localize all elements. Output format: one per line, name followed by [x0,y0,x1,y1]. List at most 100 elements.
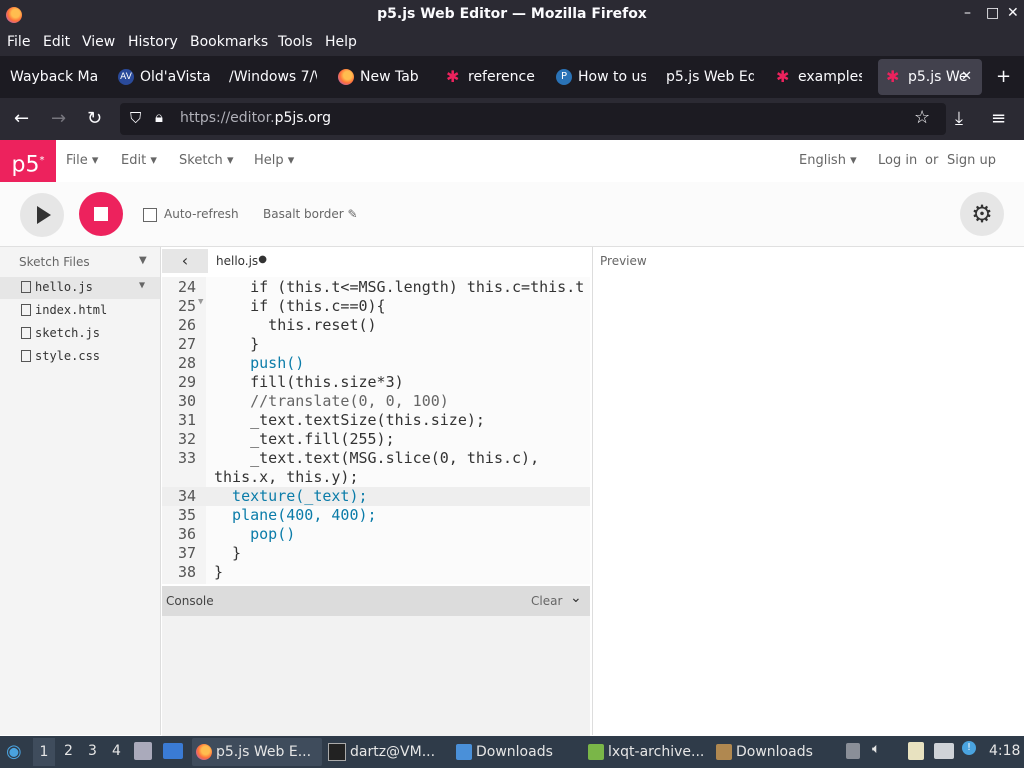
code-line[interactable]: 32 _text.fill(255); [162,430,590,449]
menu-bookmarks[interactable]: Bookmarks [190,34,268,50]
chevron-down-icon[interactable]: ⌄ [570,590,582,606]
tab-reference[interactable]: ✱ reference [446,56,538,98]
taskbar-app-downloads[interactable]: Downloads [452,738,582,766]
tab-p5-web-ed[interactable]: p5.js Web Ed [666,56,754,98]
taskbar-app-terminal[interactable]: dartz@VM... [324,738,450,766]
url-text[interactable]: https://editor.p5js.org [180,110,331,126]
code-line[interactable]: 38} [162,563,590,582]
clock[interactable]: 4:18 [989,743,1020,759]
play-button[interactable] [20,193,64,237]
tab-newtab[interactable]: New Tab [338,56,430,98]
code-line-wrapped[interactable]: this.x, this.y); [162,468,590,487]
minimize-button[interactable]: – [964,5,971,21]
code-line[interactable]: 29 fill(this.size*3) [162,373,590,392]
shield-icon[interactable]: ⛉ [130,109,141,127]
p5-menu-help[interactable]: Help ▾ [254,153,294,168]
code-line[interactable]: 35 plane(400, 400); [162,506,590,525]
file-manager-launcher-icon[interactable] [163,743,183,759]
tab-examples[interactable]: ✱ examples [776,56,862,98]
maximize-button[interactable]: □ [986,5,999,21]
p5-menu-edit[interactable]: Edit ▾ [121,153,157,168]
lock-icon[interactable]: 🔒︎ [155,108,163,126]
start-menu-icon[interactable]: ◉ [6,741,22,762]
show-desktop-icon[interactable] [134,742,152,760]
fold-marker-icon[interactable]: ▼ [198,297,203,307]
reload-icon[interactable]: ↻ [87,108,102,129]
menu-file[interactable]: File [7,34,30,50]
menu-help[interactable]: Help [325,34,357,50]
stop-button[interactable] [79,192,123,236]
code-line[interactable]: 25 ▼ if (this.c==0){ [162,297,590,316]
volume-icon[interactable]: 🔈︎ [872,741,880,757]
code-line[interactable]: 28 push() [162,354,590,373]
p5-menu-file[interactable]: File ▾ [66,153,98,168]
menu-history[interactable]: History [128,34,178,50]
url-bar[interactable]: ⛉ 🔒︎ https://editor.p5js.org ☆ [120,103,946,135]
code-line[interactable]: 30 //translate(0, 0, 100) [162,392,590,411]
folder-icon [456,744,472,760]
line-number: 29 [177,373,196,391]
bookmark-star-icon[interactable]: ☆ [914,107,930,128]
sketch-files-menu-icon[interactable]: ▼ [139,255,147,266]
downloads-icon[interactable]: ⤓ [955,108,963,129]
firefox-icon [338,69,354,85]
code-line[interactable]: 26 this.reset() [162,316,590,335]
auto-refresh-checkbox[interactable] [143,208,157,222]
console-panel: Console Clear ⌄ [162,586,590,736]
settings-button[interactable]: ⚙ [960,192,1004,236]
menu-tools[interactable]: Tools [278,34,313,50]
code-line-active[interactable]: 34 texture(_text); [162,487,590,506]
tab-p5-active[interactable]: ✱ p5.js We ✕ [878,59,982,95]
close-tab-icon[interactable]: ✕ [961,59,972,95]
code-line[interactable]: 37 } [162,544,590,563]
file-hello-js[interactable]: hello.js ▼ [0,277,160,299]
workspace-3[interactable]: 3 [88,743,97,759]
back-icon[interactable]: ← [14,108,29,129]
workspace-2[interactable]: 2 [64,743,73,759]
code-line[interactable]: 33 _text.text(MSG.slice(0, this.c), [162,449,590,468]
p5-menu-sketch[interactable]: Sketch ▾ [179,153,233,168]
eject-icon[interactable] [846,743,860,759]
tab-windows7[interactable]: /Windows 7/\ [229,56,317,98]
p5-logo[interactable]: p5* [0,140,56,182]
signup-link[interactable]: Sign up [947,153,996,168]
window-titlebar: p5.js Web Editor — Mozilla Firefox – □ ✕ [0,0,1024,30]
code-line[interactable]: 36 pop() [162,525,590,544]
line-number: 31 [177,411,196,429]
file-index-html[interactable]: index.html [0,300,160,322]
collapse-sidebar-button[interactable]: ‹ [162,249,208,273]
code-line[interactable]: 31 _text.textSize(this.size); [162,411,590,430]
workspace-1[interactable]: 1 [33,738,55,766]
console-clear-button[interactable]: Clear [531,594,562,608]
code-line[interactable]: 24 if (this.t<=MSG.length) this.c=this.t [162,278,590,297]
file-options-icon[interactable]: ▼ [139,280,145,291]
hamburger-menu-icon[interactable]: ≡ [991,108,1006,129]
network-icon[interactable] [934,743,954,759]
stop-icon [94,207,108,221]
line-number: 28 [177,354,196,372]
close-window-button[interactable]: ✕ [1007,5,1019,21]
code-text: plane(400, 400); [214,506,377,524]
taskbar-app-archiver[interactable]: lxqt-archive... [584,738,710,766]
notification-icon[interactable]: ! [962,741,976,755]
language-select[interactable]: English ▾ [799,153,857,168]
tab-wayback[interactable]: Wayback Ma [10,56,102,98]
tab-oldavista[interactable]: AV Old'aVista [118,56,216,98]
file-sketch-js[interactable]: sketch.js [0,323,160,345]
workspace-4[interactable]: 4 [112,743,121,759]
new-tab-button[interactable]: + [996,56,1011,98]
menu-edit[interactable]: Edit [43,34,70,50]
code-text: if (this.c==0){ [214,297,386,315]
menu-view[interactable]: View [82,34,115,50]
forward-icon[interactable]: → [51,108,66,129]
clipboard-icon[interactable] [908,742,924,760]
taskbar-app-firefox[interactable]: p5.js Web E... [192,738,322,766]
taskbar-app-downloads-2[interactable]: Downloads [712,738,838,766]
tab-howto[interactable]: P How to us [556,56,646,98]
code-line[interactable]: 27 } [162,335,590,354]
login-link[interactable]: Log in [878,153,917,168]
code-editor[interactable]: 24 if (this.t<=MSG.length) this.c=this.t… [162,277,590,584]
sketch-name[interactable]: Basalt border ✎ [263,207,358,221]
pencil-icon[interactable]: ✎ [348,207,358,221]
file-style-css[interactable]: style.css [0,346,160,368]
